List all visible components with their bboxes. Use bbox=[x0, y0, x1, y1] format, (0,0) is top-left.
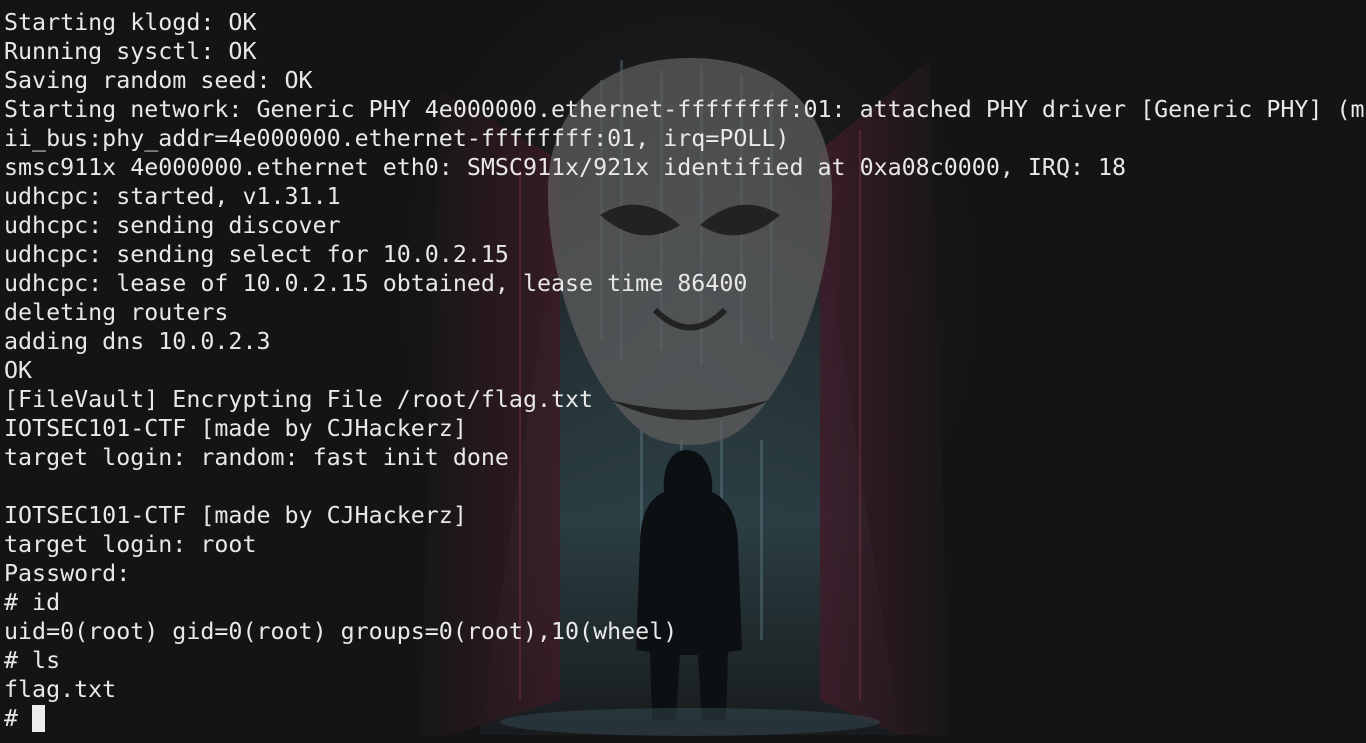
terminal-line: Starting network: Generic PHY 4e000000.e… bbox=[4, 96, 1365, 123]
terminal-line: target login: random: fast init done bbox=[4, 444, 509, 471]
terminal-line: flag.txt bbox=[4, 676, 117, 703]
terminal-line: OK bbox=[4, 357, 33, 384]
terminal-line: smsc911x 4e000000.ethernet eth0: SMSC911… bbox=[4, 154, 1127, 181]
terminal-line: udhcpc: lease of 10.0.2.15 obtained, lea… bbox=[4, 270, 748, 297]
shell-prompt: # bbox=[4, 705, 33, 732]
terminal-line: deleting routers bbox=[4, 299, 229, 326]
terminal-line: target login: root bbox=[4, 531, 257, 558]
terminal-line: # ls bbox=[4, 647, 61, 674]
terminal-line: uid=0(root) gid=0(root) groups=0(root),1… bbox=[4, 618, 678, 645]
terminal-line: Password: bbox=[4, 560, 131, 587]
terminal-line: udhcpc: sending discover bbox=[4, 212, 341, 239]
terminal-line: adding dns 10.0.2.3 bbox=[4, 328, 271, 355]
terminal-line: ii_bus:phy_addr=4e000000.ethernet-ffffff… bbox=[4, 125, 790, 152]
command-prompt-line[interactable]: # bbox=[4, 704, 1364, 733]
terminal-line: [FileVault] Encrypting File /root/flag.t… bbox=[4, 386, 594, 413]
terminal-line: IOTSEC101-CTF [made by CJHackerz] bbox=[4, 415, 467, 442]
terminal-line: udhcpc: sending select for 10.0.2.15 bbox=[4, 241, 509, 268]
terminal-line: # id bbox=[4, 589, 61, 616]
terminal-line: Saving random seed: OK bbox=[4, 67, 313, 94]
terminal-line: IOTSEC101-CTF [made by CJHackerz] bbox=[4, 502, 467, 529]
terminal-output: Starting klogd: OK Running sysctl: OK Savi… bbox=[4, 8, 1365, 733]
terminal-line: Running sysctl: OK bbox=[4, 38, 257, 65]
terminal-line: Starting klogd: OK bbox=[4, 9, 257, 36]
terminal-line: udhcpc: started, v1.31.1 bbox=[4, 183, 341, 210]
text-cursor[interactable] bbox=[32, 705, 46, 732]
terminal-window[interactable]: Starting klogd: OK Running sysctl: OK Savi… bbox=[0, 0, 1366, 743]
